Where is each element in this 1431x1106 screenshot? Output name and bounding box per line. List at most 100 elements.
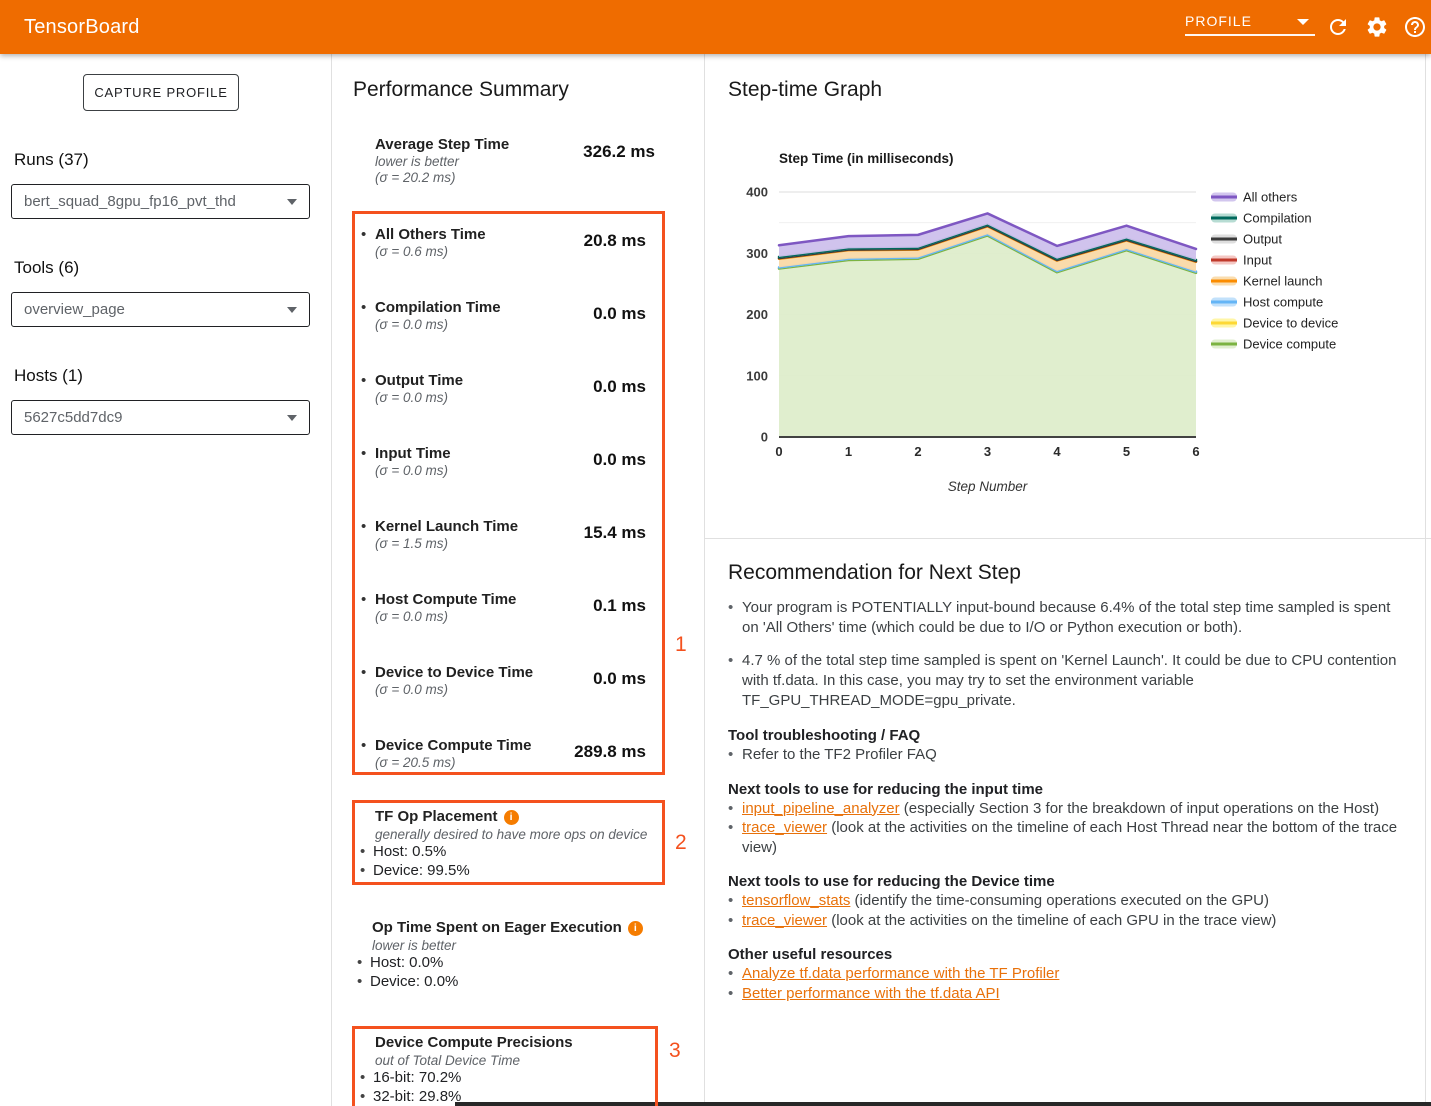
svg-text:400: 400: [746, 185, 768, 200]
eager-title: Op Time Spent on Eager Execution: [372, 919, 622, 937]
link-input-pipeline-analyzer[interactable]: input_pipeline_analyzer: [742, 800, 900, 817]
runs-label: Runs (37): [14, 150, 89, 170]
section-heading: Other useful resources: [728, 945, 1405, 964]
tensorboard-profile-page: TensorBoard PROFILE CAPTURE PROFILE Runs…: [0, 0, 1431, 1106]
svg-text:300: 300: [746, 246, 768, 261]
list-item: input_pipeline_analyzer (especially Sect…: [742, 799, 1405, 819]
svg-text:Host compute: Host compute: [1243, 295, 1323, 310]
item-text: (look at the activities on the timeline …: [742, 819, 1397, 856]
chevron-down-icon: [287, 307, 297, 313]
item-text: (look at the activities on the timeline …: [827, 912, 1276, 929]
svg-text:Compilation: Compilation: [1243, 211, 1312, 226]
list-item: Refer to the TF2 Profiler FAQ: [742, 745, 1405, 765]
annotation-number-2: 2: [675, 831, 687, 855]
item-text: (identify the time-consuming operations …: [850, 892, 1269, 909]
precisions-title: Device Compute Precisions: [375, 1034, 573, 1052]
metric-row: • Input Time (σ = 0.0 ms) 0.0 ms: [355, 444, 662, 517]
chevron-down-icon: [287, 415, 297, 421]
metric-value: 15.4 ms: [584, 523, 646, 543]
input-tools-section: Next tools to use for reducing the input…: [728, 780, 1405, 858]
svg-text:4: 4: [1053, 444, 1061, 459]
tools-select-value: overview_page: [24, 301, 279, 318]
metric-value: 0.0 ms: [593, 669, 646, 689]
step-time-chart: 01002003004000123456Step Time (in millis…: [705, 55, 1431, 538]
list-item: trace_viewer (look at the activities on …: [742, 911, 1405, 931]
info-icon[interactable]: i: [504, 810, 519, 825]
metric-value: 0.0 ms: [593, 450, 646, 470]
metric-value: 0.0 ms: [593, 377, 646, 397]
dashboard-select-value: PROFILE: [1185, 8, 1315, 34]
svg-text:Kernel launch: Kernel launch: [1243, 274, 1323, 289]
gear-icon: [1365, 26, 1389, 43]
metric-value: 326.2 ms: [583, 142, 655, 162]
performance-summary-title: Performance Summary: [353, 78, 569, 102]
section-heading: Tool troubleshooting / FAQ: [728, 726, 1405, 745]
runs-select-value: bert_squad_8gpu_fp16_pvt_thd: [24, 193, 279, 210]
svg-text:200: 200: [746, 307, 768, 322]
list-item: trace_viewer (look at the activities on …: [742, 818, 1405, 857]
svg-text:6: 6: [1192, 444, 1199, 459]
svg-text:0: 0: [761, 430, 768, 445]
svg-text:Input: Input: [1243, 253, 1272, 268]
metric-value: 20.8 ms: [584, 231, 646, 251]
chevron-down-icon: [287, 199, 297, 205]
item-text: (especially Section 3 for the breakdown …: [900, 800, 1379, 817]
refresh-icon: [1326, 26, 1350, 43]
list-item: Analyze tf.data performance with the TF …: [742, 964, 1405, 984]
eager-execution-block: Op Time Spent on Eager Execution i lower…: [352, 914, 665, 991]
hosts-select[interactable]: 5627c5dd7dc9: [11, 400, 310, 435]
annotation-box-3: Device Compute Precisions out of Total D…: [352, 1026, 658, 1106]
annotation-box-1: • All Others Time (σ = 0.6 ms) 20.8 ms •…: [352, 211, 665, 775]
faq-section: Tool troubleshooting / FAQ Refer to the …: [728, 726, 1405, 765]
eager-device: Device: 0.0%: [370, 973, 665, 992]
device-tools-section: Next tools to use for reducing the Devic…: [728, 872, 1405, 930]
svg-text:Device compute: Device compute: [1243, 337, 1336, 352]
runs-select[interactable]: bert_squad_8gpu_fp16_pvt_thd: [11, 184, 310, 219]
average-step-time-row: Average Step Time lower is better (σ = 2…: [352, 135, 655, 186]
tools-label: Tools (6): [14, 258, 79, 278]
link-tfdata-api-guide[interactable]: Better performance with the tf.data API: [742, 985, 1000, 1002]
tf-op-placement-title: TF Op Placement: [375, 808, 498, 826]
tf-op-placement-note: generally desired to have more ops on de…: [375, 826, 662, 843]
metric-row: • Kernel Launch Time (σ = 1.5 ms) 15.4 m…: [355, 517, 662, 590]
settings-button[interactable]: [1365, 15, 1389, 39]
tools-select[interactable]: overview_page: [11, 292, 310, 327]
precision-16bit: 16-bit: 70.2%: [373, 1069, 655, 1088]
svg-text:1: 1: [845, 444, 852, 459]
tf-op-placement-host: Host: 0.5%: [373, 843, 662, 862]
item-text: Refer to the TF2 Profiler FAQ: [742, 746, 937, 763]
svg-text:Output: Output: [1243, 232, 1282, 247]
eager-host: Host: 0.0%: [370, 954, 665, 973]
metric-sigma: (σ = 20.2 ms): [375, 170, 655, 186]
app-title: TensorBoard: [24, 0, 140, 54]
link-tfdata-profiler-guide[interactable]: Analyze tf.data performance with the TF …: [742, 965, 1059, 982]
list-item: tensorflow_stats (identify the time-cons…: [742, 891, 1405, 911]
dashboard-select[interactable]: PROFILE: [1185, 8, 1315, 36]
svg-text:2: 2: [914, 444, 921, 459]
tf-op-placement-device: Device: 99.5%: [373, 862, 662, 881]
recommendation-bullet: Your program is POTENTIALLY input-bound …: [742, 598, 1402, 638]
refresh-button[interactable]: [1326, 15, 1350, 39]
link-tensorflow-stats[interactable]: tensorflow_stats: [742, 892, 850, 909]
metric-value: 0.0 ms: [593, 304, 646, 324]
svg-text:Step Number: Step Number: [948, 479, 1028, 494]
metric-row: • All Others Time (σ = 0.6 ms) 20.8 ms: [355, 225, 662, 298]
link-trace-viewer[interactable]: trace_viewer: [742, 819, 827, 836]
info-icon[interactable]: i: [628, 921, 643, 936]
annotation-box-2: TF Op Placement i generally desired to h…: [352, 800, 665, 885]
chevron-down-icon: [1297, 19, 1309, 25]
capture-profile-button[interactable]: CAPTURE PROFILE: [83, 74, 239, 111]
link-trace-viewer[interactable]: trace_viewer: [742, 912, 827, 929]
svg-text:All others: All others: [1243, 190, 1298, 205]
annotation-number-3: 3: [669, 1039, 681, 1063]
precision-32bit: 32-bit: 29.8%: [373, 1088, 655, 1106]
section-heading: Next tools to use for reducing the input…: [728, 780, 1405, 799]
metric-value: 289.8 ms: [574, 742, 646, 762]
metric-row: • Compilation Time (σ = 0.0 ms) 0.0 ms: [355, 298, 662, 371]
app-header: TensorBoard PROFILE: [0, 0, 1431, 54]
help-icon: [1403, 26, 1427, 43]
svg-text:Device to device: Device to device: [1243, 316, 1338, 331]
help-button[interactable]: [1403, 15, 1427, 39]
precisions-note: out of Total Device Time: [375, 1052, 655, 1069]
hosts-label: Hosts (1): [14, 366, 83, 386]
